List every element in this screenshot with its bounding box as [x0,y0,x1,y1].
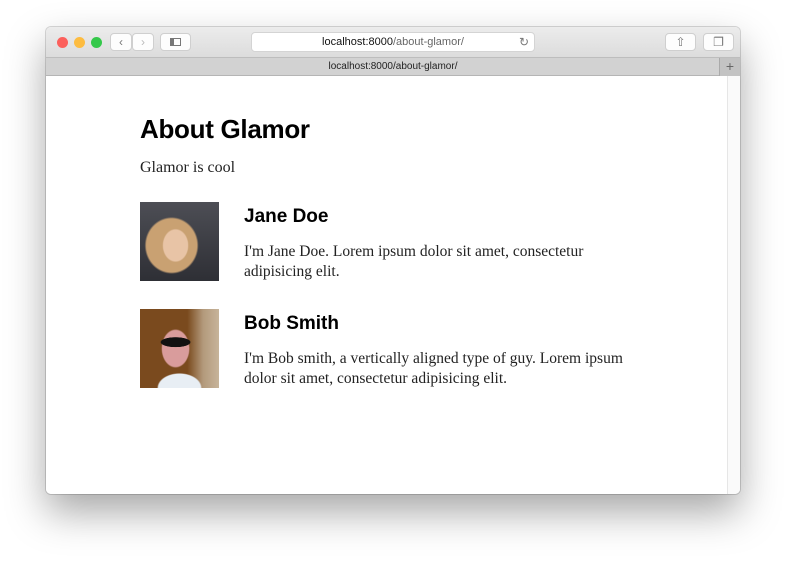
chevron-left-icon: ‹ [119,35,123,49]
close-button[interactable] [57,37,68,48]
tabs-button[interactable]: ❐ [703,33,734,51]
toolbar: ‹ › localhost:8000/about-glamor/ ↻ ⇧ ❐ [46,27,740,57]
share-icon: ⇧ [675,35,686,49]
plus-icon: + [725,58,735,74]
url-host: localhost:8000 [322,36,393,48]
share-button[interactable]: ⇧ [665,33,696,51]
address-bar[interactable]: localhost:8000/about-glamor/ ↻ [251,32,535,52]
back-button[interactable]: ‹ [110,33,132,51]
scrollbar[interactable] [727,76,740,494]
forward-button[interactable]: › [132,33,154,51]
sidebar-button[interactable] [160,33,191,51]
page-content: About Glamor Glamor is cool Jane Doe I'm… [46,76,728,494]
tabs-icon: ❐ [713,35,724,49]
tab-bar: localhost:8000/about-glamor/ + [46,57,740,76]
person-name: Bob Smith [244,313,339,334]
tab-title[interactable]: localhost:8000/about-glamor/ [329,61,458,72]
zoom-button[interactable] [91,37,102,48]
person-name: Jane Doe [244,206,329,227]
person-bio: I'm Bob smith, a vertically aligned type… [244,350,623,387]
new-tab-button[interactable]: + [719,58,740,76]
chevron-right-icon: › [141,35,145,49]
avatar-jane-doe [140,202,219,281]
person-bio: I'm Jane Doe. Lorem ipsum dolor sit amet… [244,243,584,280]
minimize-button[interactable] [74,37,85,48]
intro-text: Glamor is cool [140,159,236,176]
url-path: /about-glamor/ [393,36,464,48]
sidebar-icon [170,38,181,46]
page-title: About Glamor [140,114,310,144]
avatar-bob-smith [140,309,219,388]
browser-window: ‹ › localhost:8000/about-glamor/ ↻ ⇧ ❐ l… [46,27,740,494]
reload-icon[interactable]: ↻ [519,33,529,51]
